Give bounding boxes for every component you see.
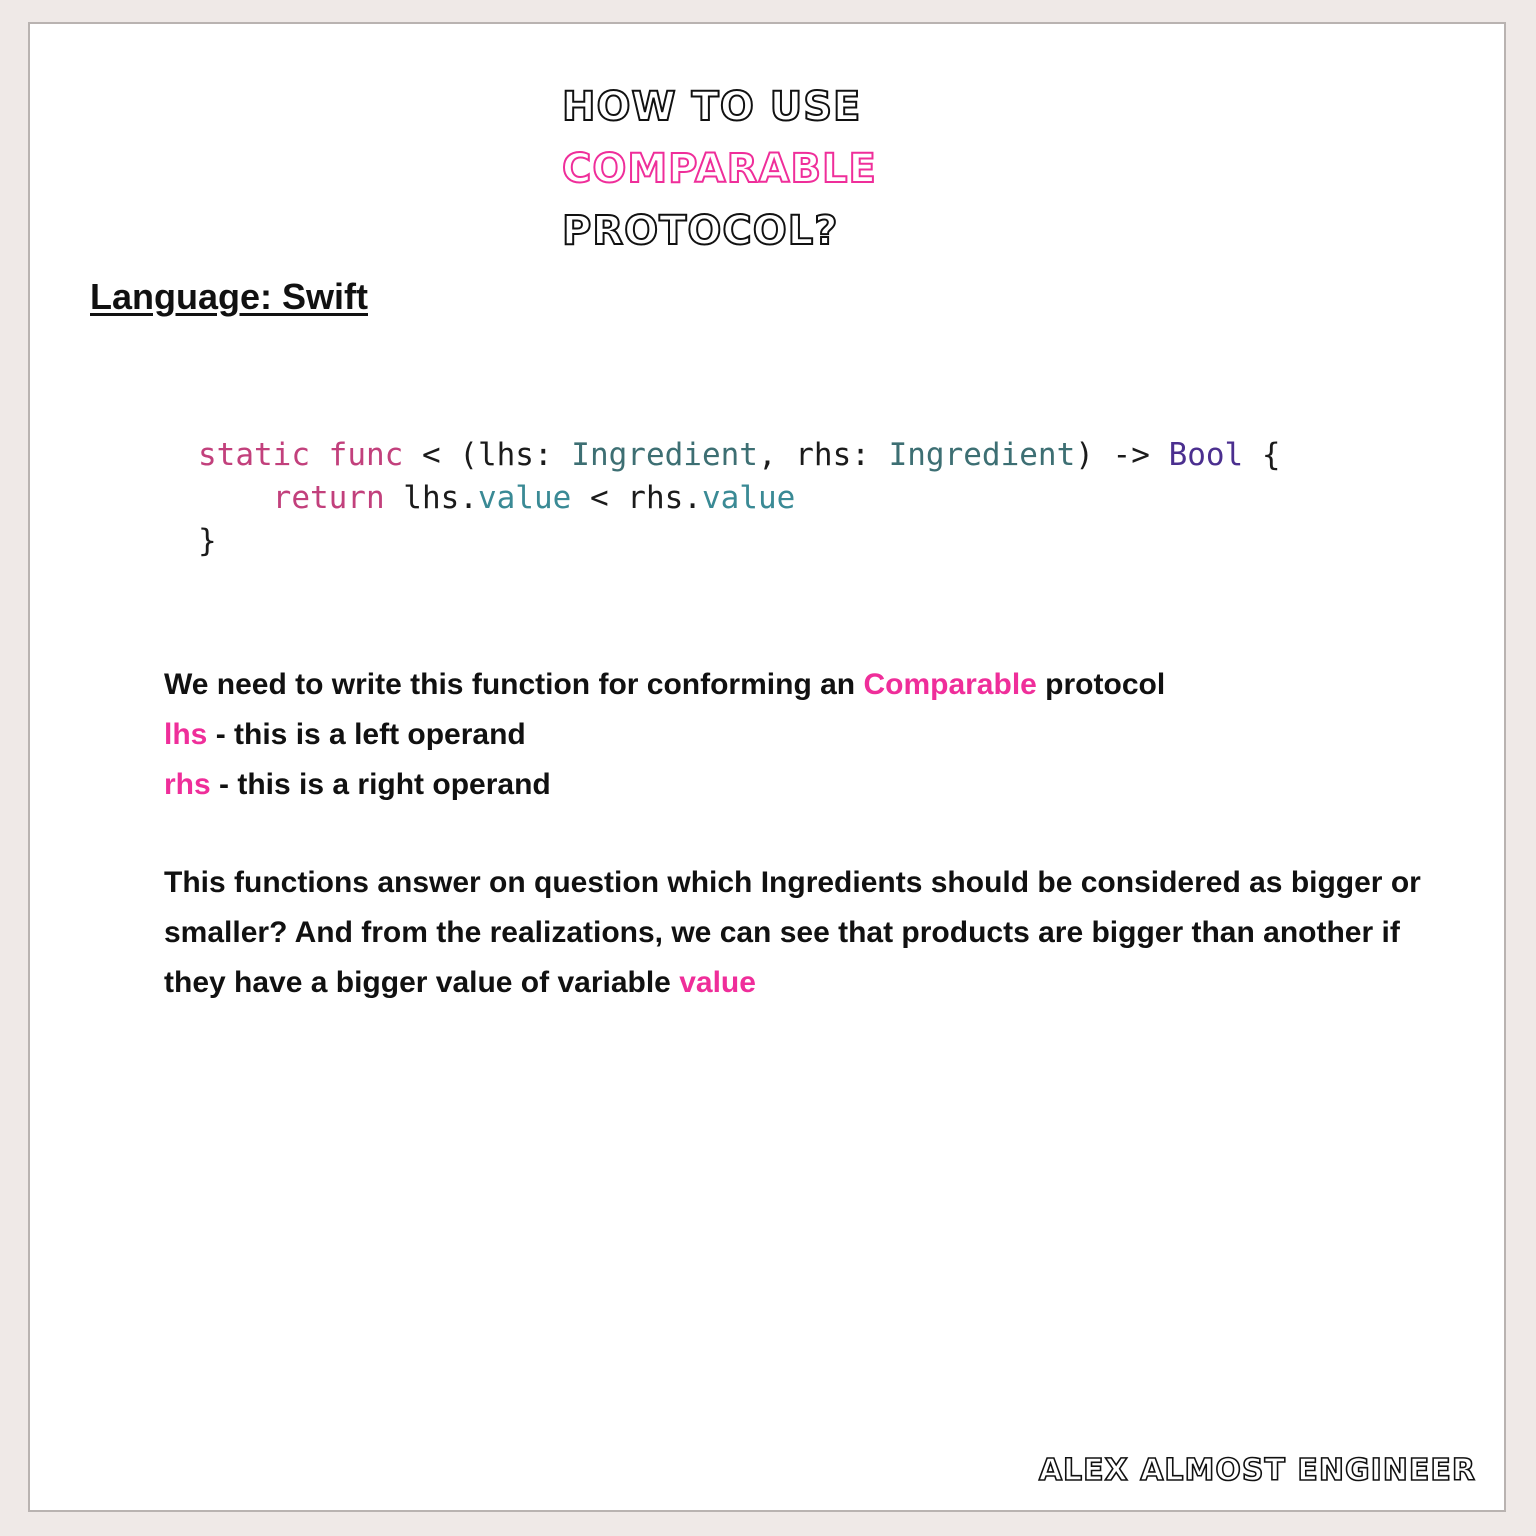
code-line-1: static func < (lhs: Ingredient, rhs: Ing… <box>198 434 1281 477</box>
author-signature: Alex Almost Engineer <box>1038 1452 1476 1489</box>
code-type: Ingredient <box>571 437 758 473</box>
code-keyword-return: return <box>272 480 385 516</box>
code-keyword-static: static <box>198 437 310 473</box>
explanation-paragraph: This functions answer on question which … <box>164 858 1444 1008</box>
paragraph-accent: value <box>679 966 756 999</box>
slide-title: How to use Comparable protocol? <box>561 76 877 262</box>
code-text: , rhs: <box>757 437 889 473</box>
language-label: Language: Swift <box>90 276 368 317</box>
paragraph-text: This functions answer on question which … <box>164 866 1421 999</box>
description-accent: rhs <box>164 768 211 801</box>
code-type: Ingredient <box>888 437 1076 473</box>
code-property: value <box>477 480 572 516</box>
description-text: protocol <box>1036 668 1166 701</box>
description-block: We need to write this function for confo… <box>164 660 1165 810</box>
code-keyword-func: func <box>328 437 404 473</box>
code-text: < rhs. <box>571 480 702 516</box>
description-text: - this is a left operand <box>207 718 526 751</box>
code-property: value <box>701 480 796 516</box>
code-line-2: return lhs.value < rhs.value <box>198 477 1281 520</box>
code-text: { <box>1243 437 1281 473</box>
description-accent: lhs <box>164 718 208 751</box>
slide-card: How to use Comparable protocol? Language… <box>28 22 1506 1512</box>
code-line-3: } <box>198 523 217 559</box>
description-line-1: We need to write this function for confo… <box>164 660 1165 710</box>
title-line-1: How to use <box>561 83 862 131</box>
title-line-3: protocol? <box>561 207 839 255</box>
code-block: static func < (lhs: Ingredient, rhs: Ing… <box>198 434 1281 563</box>
code-type-bool: Bool <box>1168 437 1244 473</box>
code-text: lhs. <box>384 480 478 516</box>
description-text: - this is a right operand <box>210 768 551 801</box>
description-accent: Comparable <box>863 668 1037 701</box>
description-line-3: rhs - this is a right operand <box>164 760 1165 810</box>
title-line-2-highlight: Comparable <box>561 145 877 193</box>
description-text: We need to write this function for confo… <box>164 668 864 701</box>
description-line-2: lhs - this is a left operand <box>164 710 1165 760</box>
code-text: ) -> <box>1075 437 1169 473</box>
code-text: < (lhs: <box>403 437 572 473</box>
